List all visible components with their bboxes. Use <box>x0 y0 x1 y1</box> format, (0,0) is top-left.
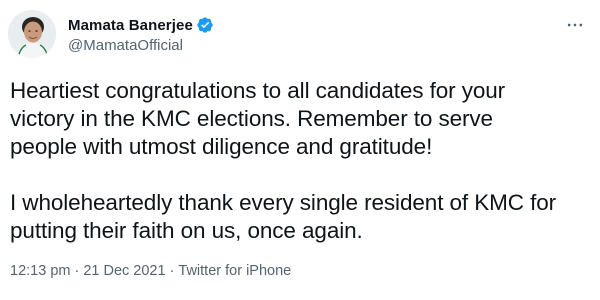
tweet-date[interactable]: 21 Dec 2021 <box>83 263 165 279</box>
author-name-row[interactable]: Mamata Banerjee <box>68 15 214 35</box>
tweet-meta: 12:13 pm · 21 Dec 2021 · Twitter for iPh… <box>10 263 291 279</box>
meta-separator: · <box>169 263 175 279</box>
more-horizontal-icon <box>567 23 583 27</box>
author-handle[interactable]: @MamataOfficial <box>68 37 183 54</box>
verified-badge-icon <box>196 16 214 34</box>
tweet-time[interactable]: 12:13 pm <box>10 263 70 279</box>
tweet-text: Heartiest congratulations to all candida… <box>10 77 595 245</box>
avatar-image <box>8 10 56 58</box>
author-display-name[interactable]: Mamata Banerjee <box>68 17 193 34</box>
tweet-card: Mamata Banerjee @MamataOfficial Hearties… <box>0 0 600 300</box>
more-options-button[interactable] <box>564 14 586 36</box>
tweet-paragraph-1: Heartiest congratulations to all candida… <box>10 78 506 159</box>
tweet-source[interactable]: Twitter for iPhone <box>178 263 291 279</box>
tweet-paragraph-2: I wholeheartedly thank every single resi… <box>10 190 557 243</box>
meta-separator: · <box>74 263 80 279</box>
avatar[interactable] <box>8 10 56 58</box>
